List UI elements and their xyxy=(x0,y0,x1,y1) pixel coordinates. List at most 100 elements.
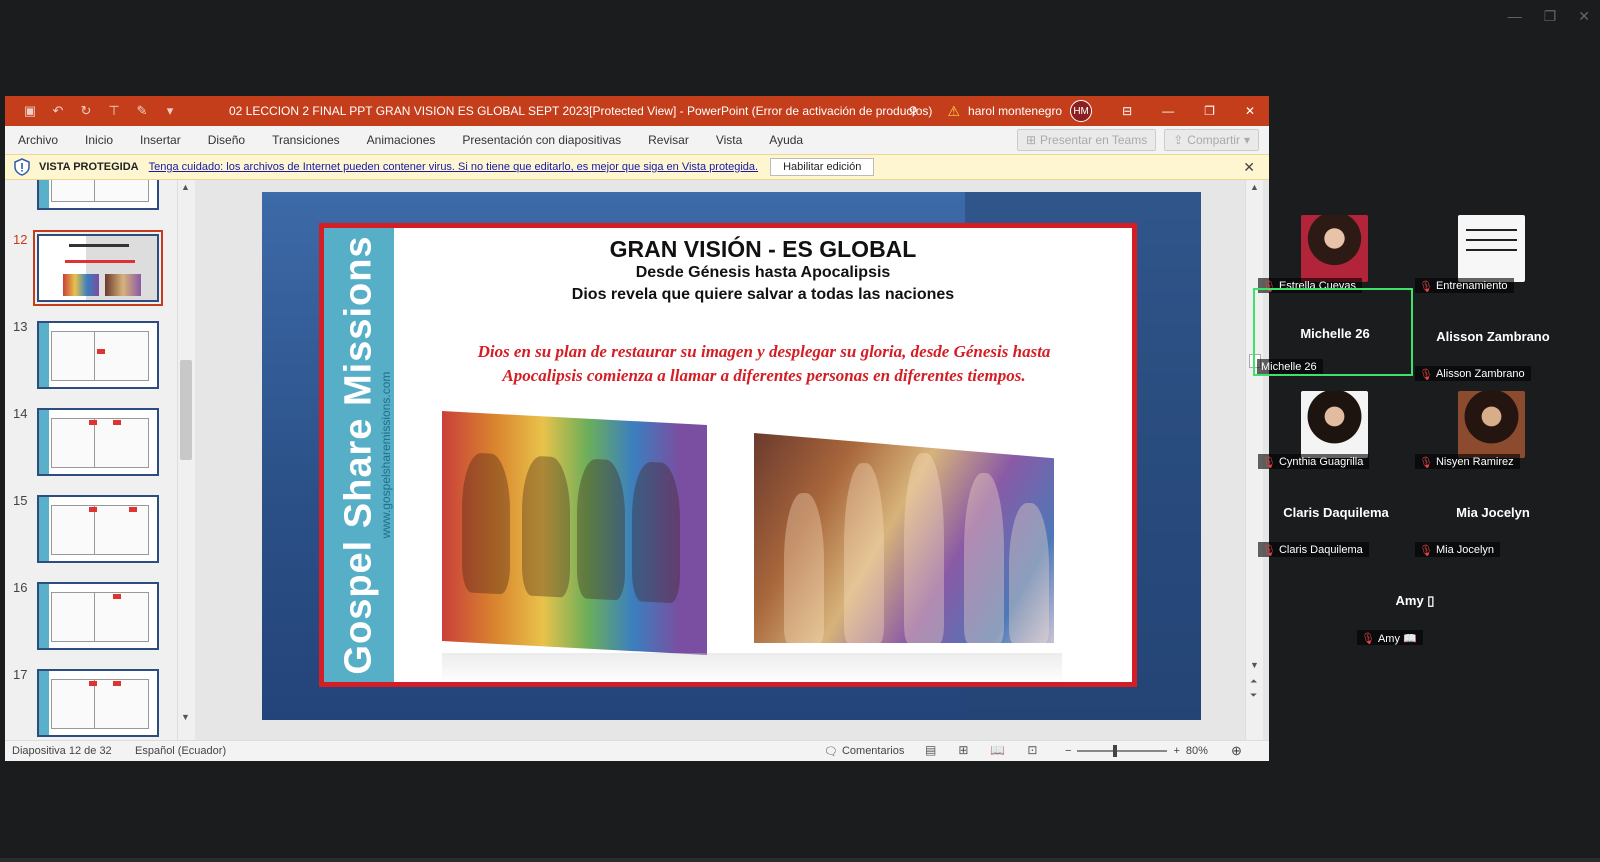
previous-slide-icon[interactable]: ⏶ xyxy=(1250,676,1257,687)
slide-title: GRAN VISIÓN - ES GLOBAL xyxy=(609,236,917,262)
zoom-slider[interactable] xyxy=(1077,745,1168,757)
participant-tile[interactable]: Amy ▯ 🎙 Amy 📖 xyxy=(1335,557,1495,645)
participant-tile-active-speaker[interactable]: Michelle 26 Michelle 26 xyxy=(1253,288,1413,376)
restore-icon[interactable]: ❐ xyxy=(1544,8,1557,25)
slide-thumbnail[interactable] xyxy=(37,669,159,737)
participant-photo xyxy=(1301,215,1368,282)
mic-muted-icon: 🎙 xyxy=(1419,368,1433,381)
slideshow-icon[interactable]: ⊡ xyxy=(1027,743,1037,757)
thumbnail-row[interactable]: 13 xyxy=(5,319,180,399)
slide-content-frame: Gospel Share Missions www.gospelsharemis… xyxy=(319,223,1137,687)
avatar[interactable]: HM xyxy=(1070,100,1093,122)
participants-grid: 🎙 Estrella Cuevas 🎙 Entrenamiento Michelle… xyxy=(1253,205,1600,665)
share-button[interactable]: ⇪ Compartir ▾ xyxy=(1164,129,1259,151)
tab-diseno[interactable]: Diseño xyxy=(208,133,245,147)
thumbnail-row[interactable]: 17 xyxy=(5,667,180,740)
participant-tile[interactable]: 🎙 Cynthia Guagrilla xyxy=(1256,381,1416,469)
tab-revisar[interactable]: Revisar xyxy=(648,133,689,147)
tab-archivo[interactable]: Archivo xyxy=(18,133,58,147)
participant-display-name: Alisson Zambrano xyxy=(1436,329,1550,344)
ribbon-display-icon[interactable]: ⊟ xyxy=(1122,104,1132,118)
protected-view-title: VISTA PROTEGIDA xyxy=(39,161,139,173)
minimize-icon[interactable]: — xyxy=(1508,8,1522,25)
tab-animaciones[interactable]: Animaciones xyxy=(367,133,436,147)
undo-icon[interactable]: ↶ xyxy=(51,104,65,118)
zoom-level[interactable]: 80% xyxy=(1186,745,1208,757)
thumbnail-row[interactable]: 15 xyxy=(5,493,180,573)
close-icon[interactable]: ✕ xyxy=(1243,159,1255,176)
tab-presentacion[interactable]: Presentación con diapositivas xyxy=(462,133,621,147)
slide-thumbnail-active[interactable] xyxy=(33,230,163,306)
present-in-teams-button[interactable]: ⊞ Presentar en Teams xyxy=(1016,129,1157,151)
slide-thumbnail[interactable] xyxy=(37,180,159,210)
bottom-edge xyxy=(0,858,1600,862)
slide-subtitle-1: Desde Génesis hasta Apocalipsis xyxy=(635,264,891,281)
scrollbar-thumb[interactable] xyxy=(180,360,192,460)
participant-name-tag: 🎙 Cynthia Guagrilla xyxy=(1258,454,1370,469)
brush-icon[interactable]: ✎ xyxy=(135,104,149,118)
slide-thumbnail[interactable] xyxy=(37,495,159,563)
participant-tile[interactable]: 🎙 Estrella Cuevas xyxy=(1256,205,1416,293)
minimize-button[interactable]: — xyxy=(1162,104,1174,118)
thumbnail-row[interactable]: 12 xyxy=(5,230,180,312)
tab-transiciones[interactable]: Transiciones xyxy=(272,133,340,147)
zoom-in-icon[interactable]: + xyxy=(1173,745,1179,757)
enable-editing-button[interactable]: Habilitar edición xyxy=(770,158,875,176)
participant-tile[interactable]: 🎙 Nisyen Ramirez xyxy=(1413,381,1573,469)
reading-view-icon[interactable]: 📖 xyxy=(990,743,1005,757)
comments-button[interactable]: 🗨 Comentarios xyxy=(824,745,904,758)
tab-inicio[interactable]: Inicio xyxy=(85,133,113,147)
thumbnail-number: 14 xyxy=(13,406,28,421)
save-icon[interactable]: ▣ xyxy=(23,104,37,118)
slide-canvas: Gospel Share Missions www.gospelsharemis… xyxy=(195,180,1245,740)
customize-qat-icon[interactable]: ▾ xyxy=(163,104,177,118)
participant-tile[interactable]: 🎙 Entrenamiento xyxy=(1413,205,1573,293)
language-indicator[interactable]: Español (Ecuador) xyxy=(135,745,226,757)
participant-name: Michelle 26 xyxy=(1261,361,1317,373)
normal-view-icon[interactable]: ▤ xyxy=(925,743,936,757)
close-button[interactable]: ✕ xyxy=(1245,104,1255,118)
redo-icon[interactable]: ↻ xyxy=(79,104,93,118)
slide-thumbnail[interactable] xyxy=(37,582,159,650)
tab-vista[interactable]: Vista xyxy=(716,133,742,147)
scroll-up-icon[interactable]: ▲ xyxy=(1250,182,1259,192)
participant-tile[interactable]: Claris Daquilema 🎙 Claris Daquilema xyxy=(1256,469,1416,557)
mic-muted-icon: 🎙 xyxy=(1361,632,1375,645)
thumbnail-row[interactable] xyxy=(5,180,180,220)
window-title: 02 LECCION 2 FINAL PPT GRAN VISION ES GL… xyxy=(229,104,933,118)
participant-name: Cynthia Guagrilla xyxy=(1278,456,1364,468)
participant-tile[interactable]: Alisson Zambrano 🎙 Alisson Zambrano xyxy=(1413,293,1573,381)
slide-sorter-icon[interactable]: ⊞ xyxy=(958,743,968,757)
slide-thumbnail[interactable] xyxy=(37,321,159,389)
participant-name: Entrenamiento xyxy=(1435,280,1508,292)
close-icon[interactable]: ✕ xyxy=(1578,8,1590,25)
slide-quote: Dios en su plan de restaurar su imagen y… xyxy=(477,342,1051,385)
present-icon[interactable]: ⊤ xyxy=(107,104,121,118)
participant-name-tag: Michelle 26 xyxy=(1257,359,1323,374)
thumbnails-scrollbar[interactable]: ▲ ▼ xyxy=(177,180,193,740)
thumbnail-row[interactable]: 14 xyxy=(5,406,180,486)
thumbnail-row[interactable]: 16 xyxy=(5,580,180,660)
comments-label: Comentarios xyxy=(841,745,905,757)
slide-thumbnail[interactable] xyxy=(37,408,159,476)
restore-button[interactable]: ❐ xyxy=(1204,104,1215,118)
tab-insertar[interactable]: Insertar xyxy=(140,133,181,147)
mic-muted-icon: 🎙 xyxy=(1419,280,1433,293)
title-bar: ▣ ↶ ↻ ⊤ ✎ ▾ 02 LECCION 2 FINAL PPT GRAN … xyxy=(5,96,1269,126)
next-slide-icon[interactable]: ⏷ xyxy=(1250,690,1257,701)
artwork-men-image xyxy=(442,411,707,655)
protected-view-message[interactable]: Tenga cuidado: los archivos de Internet … xyxy=(149,161,758,173)
scroll-down-icon[interactable]: ▼ xyxy=(181,712,190,722)
user-name: harol montenegro xyxy=(968,104,1063,118)
fit-to-window-icon[interactable]: ⊕ xyxy=(1231,743,1242,759)
zoom-out-icon[interactable]: − xyxy=(1065,745,1071,757)
participant-tile[interactable]: Mia Jocelyn 🎙 Mia Jocelyn xyxy=(1413,469,1573,557)
scroll-up-icon[interactable]: ▲ xyxy=(181,182,190,192)
scroll-down-icon[interactable]: ▼ xyxy=(1250,660,1259,670)
search-icon[interactable]: ⚲ xyxy=(909,104,918,118)
tab-ayuda[interactable]: Ayuda xyxy=(769,133,803,147)
thumbnail-number: 16 xyxy=(13,580,28,595)
participant-name: Mia Jocelyn xyxy=(1435,544,1495,556)
user-account[interactable]: ⚠ harol montenegro HM xyxy=(947,100,1093,122)
current-slide[interactable]: Gospel Share Missions www.gospelsharemis… xyxy=(262,192,1201,720)
